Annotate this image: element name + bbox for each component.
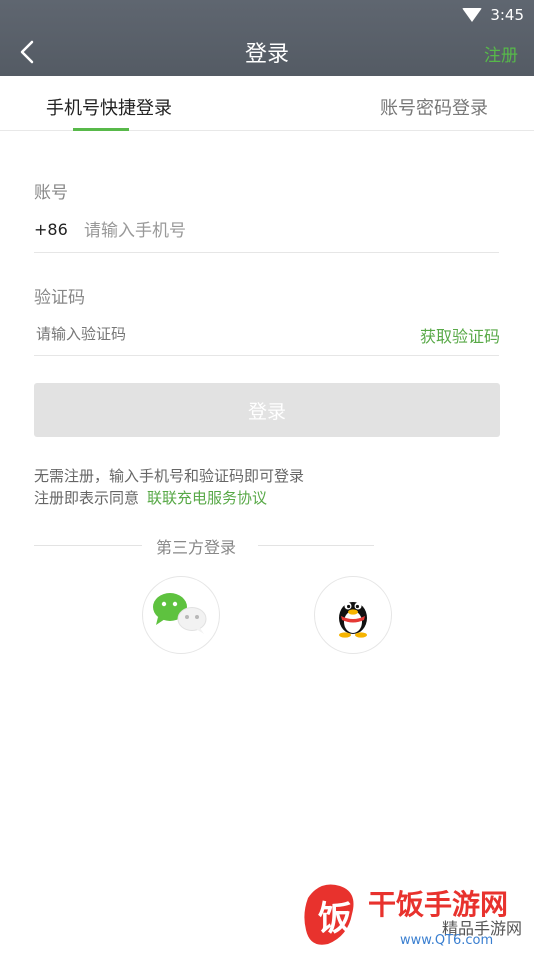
wifi-icon [462, 8, 483, 22]
country-code[interactable]: +86 [34, 220, 68, 239]
tab-password-login[interactable]: 账号密码登录 [380, 94, 488, 120]
wechat-login-button[interactable] [142, 576, 220, 654]
no-register-hint: 无需注册，输入手机号和验证码即可登录 [34, 467, 305, 485]
divider-line-right [258, 545, 374, 546]
register-link[interactable]: 注册 [484, 41, 518, 66]
phone-input[interactable] [82, 216, 466, 246]
verification-code-input[interactable] [34, 320, 358, 348]
tab-sms-login[interactable]: 手机号快捷登录 [46, 94, 172, 120]
divider-line-left [34, 545, 142, 546]
status-bar: 3:45 [462, 5, 524, 25]
qq-penguin-icon [339, 602, 367, 638]
qq-login-button[interactable] [314, 576, 392, 654]
third-party-title: 第三方登录 [156, 538, 237, 557]
page-title: 登录 [244, 42, 289, 67]
login-button[interactable]: 登录 [34, 383, 500, 437]
wechat-icon [153, 593, 207, 634]
phone-divider [34, 252, 499, 253]
watermark-logo: 饭 干饭手游网 精品手游网 www.QT6.com [304, 884, 522, 948]
get-code-button[interactable]: 获取验证码 [420, 323, 500, 347]
account-label: 账号 [34, 183, 68, 203]
active-tab-indicator [73, 128, 129, 131]
watermark-url: www.QT6.com [400, 933, 493, 948]
service-agreement-link[interactable]: 联联充电服务协议 [147, 489, 267, 507]
agreement-prefix: 注册即表示同意 [34, 489, 140, 507]
agreement-hint: 注册即表示同意 联联充电服务协议 [34, 487, 267, 508]
code-label: 验证码 [34, 288, 85, 308]
third-party-divider: 第三方登录 [34, 534, 374, 557]
status-time: 3:45 [490, 6, 524, 24]
code-divider [34, 355, 499, 356]
svg-text:饭: 饭 [318, 899, 352, 939]
app-header: 3:45 登录 注册 [0, 0, 534, 76]
watermark-brand: 干饭手游网 [368, 888, 508, 921]
site-watermark: 饭 干饭手游网 精品手游网 www.QT6.com [300, 878, 534, 949]
login-tabs: 手机号快捷登录 账号密码登录 [0, 76, 534, 131]
